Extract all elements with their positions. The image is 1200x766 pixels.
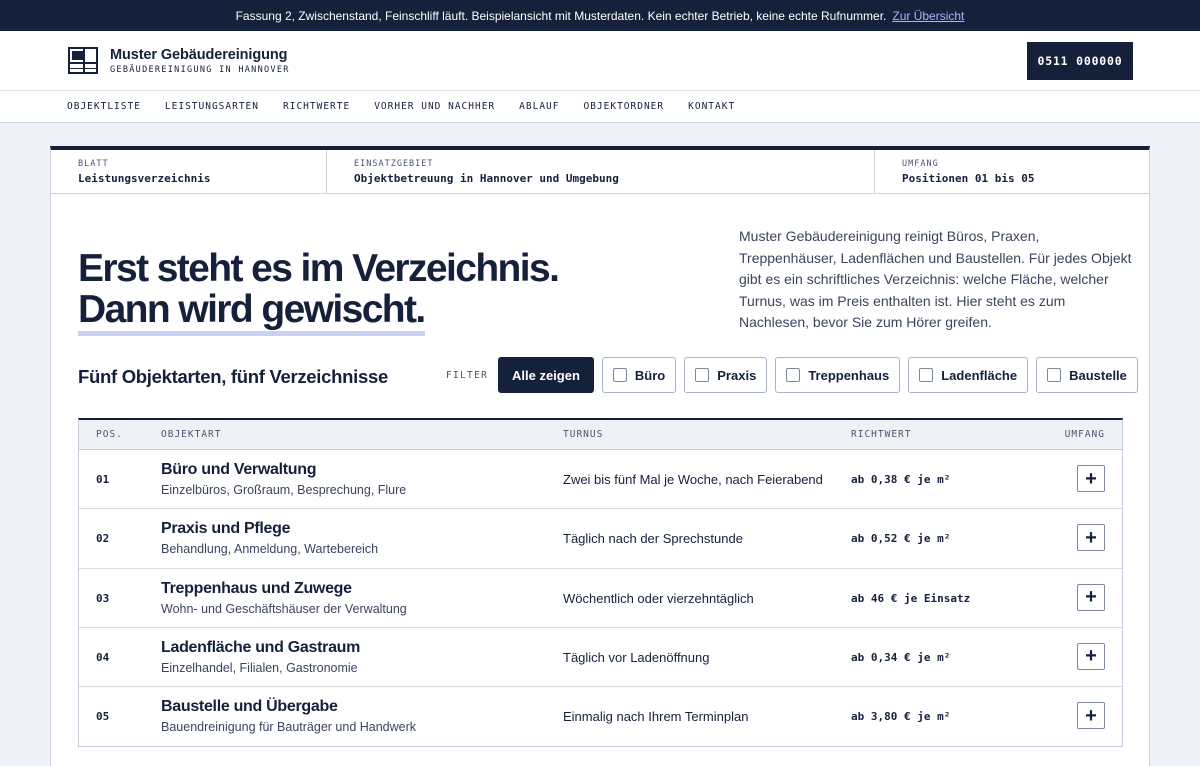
row-price: ab 0,52 € je m² bbox=[851, 532, 951, 546]
checkbox-icon bbox=[1047, 368, 1062, 382]
expand-plus-icon[interactable]: + bbox=[1077, 524, 1105, 552]
table-row: 05 Baustelle und Übergabe Bauendreinigun… bbox=[79, 687, 1122, 746]
service-table: POS. OBJEKTART TURNUS RICHTWERT UMFANG 0… bbox=[78, 418, 1123, 748]
meta-value: Positionen 01 bis 05 bbox=[902, 172, 1035, 185]
nav-item-leistungsarten[interactable]: LEISTUNGSARTEN bbox=[165, 101, 259, 112]
row-name: Ladenfläche und Gastraum bbox=[161, 638, 361, 656]
row-pos: 05 bbox=[96, 710, 110, 724]
col-richtwert: RICHTWERT bbox=[851, 429, 912, 440]
col-pos: POS. bbox=[96, 429, 123, 440]
nav-item-vorher-nachher[interactable]: VORHER UND NACHHER bbox=[374, 101, 495, 112]
document-sheet: BLATT Leistungsverzeichnis EINSATZGEBIET… bbox=[50, 146, 1150, 766]
hero-heading: Erst steht es im Verzeichnis. Dann wird … bbox=[78, 247, 560, 336]
meta-key: UMFANG bbox=[902, 159, 939, 169]
nav-item-ablauf[interactable]: ABLAUF bbox=[519, 101, 559, 112]
main-nav: OBJEKTLISTE LEISTUNGSARTEN RICHTWERTE VO… bbox=[0, 90, 1200, 123]
filter-label-text: Baustelle bbox=[1069, 367, 1127, 383]
filter-label-text: Treppenhaus bbox=[808, 367, 890, 383]
brand-name: Muster Gebäudereinigung bbox=[110, 46, 288, 63]
row-name: Büro und Verwaltung bbox=[161, 461, 317, 478]
table-row: 03 Treppenhaus und Zuwege Wohn- und Gesc… bbox=[79, 569, 1122, 628]
meta-blatt: BLATT Leistungsverzeichnis bbox=[51, 150, 327, 193]
filter-label: FILTER bbox=[446, 370, 489, 381]
filter-treppenhaus-checkbox[interactable]: Treppenhaus bbox=[775, 357, 901, 393]
nav-item-richtwerte[interactable]: RICHTWERTE bbox=[283, 101, 350, 112]
hero-description: Muster Gebäudereinigung reinigt Büros, P… bbox=[739, 228, 1132, 330]
meta-key: BLATT bbox=[78, 159, 109, 169]
section-title: Fünf Objektarten, fünf Verzeichnisse bbox=[78, 366, 388, 387]
overview-link[interactable]: Zur Übersicht bbox=[892, 9, 964, 23]
table-row: 04 Ladenfläche und Gastraum Einzelhandel… bbox=[79, 628, 1122, 688]
row-price: ab 46 € je Einsatz bbox=[851, 591, 971, 605]
meta-value: Leistungsverzeichnis bbox=[78, 172, 211, 185]
row-turnus: Einmalig nach Ihrem Terminplan bbox=[563, 709, 749, 725]
logo-icon bbox=[68, 47, 98, 74]
nav-item-objektordner[interactable]: OBJEKTORDNER bbox=[583, 101, 664, 112]
filter-ladenflaeche-checkbox[interactable]: Ladenfläche bbox=[908, 357, 1029, 393]
meta-value: Objektbetreuung in Hannover und Umgebung bbox=[354, 172, 619, 185]
col-turnus: TURNUS bbox=[563, 429, 604, 440]
sheet-meta: BLATT Leistungsverzeichnis EINSATZGEBIET… bbox=[51, 150, 1149, 194]
row-turnus: Täglich vor Ladenöffnung bbox=[563, 649, 710, 665]
checkbox-icon bbox=[612, 368, 627, 382]
row-pos: 03 bbox=[96, 591, 110, 605]
row-turnus: Täglich nach der Sprechstunde bbox=[563, 531, 743, 547]
expand-plus-icon[interactable]: + bbox=[1077, 642, 1105, 670]
row-subtitle: Wohn- und Geschäftshäuser der Verwaltung bbox=[161, 601, 407, 616]
row-turnus: Wöchentlich oder vierzehntäglich bbox=[563, 590, 754, 606]
row-pos: 01 bbox=[96, 473, 110, 486]
filter-praxis-checkbox[interactable]: Praxis bbox=[684, 357, 768, 393]
row-pos: 04 bbox=[96, 650, 110, 664]
checkbox-icon bbox=[786, 368, 801, 382]
row-name: Praxis und Pflege bbox=[161, 520, 291, 538]
checkbox-icon bbox=[919, 368, 934, 382]
hero-line-2: Dann wird gewischt. bbox=[78, 288, 426, 336]
row-pos: 02 bbox=[96, 532, 110, 546]
filter-baustelle-checkbox[interactable]: Baustelle bbox=[1036, 357, 1138, 393]
filter-group: Alle zeigen Büro Praxis Treppenhaus Lade… bbox=[498, 357, 1138, 393]
table-row: 01 Büro und Verwaltung Einzelbüros, Groß… bbox=[79, 450, 1122, 510]
row-price: ab 0,34 € je m² bbox=[851, 650, 951, 664]
row-price: ab 0,38 € je m² bbox=[851, 473, 951, 486]
table-header: POS. OBJEKTART TURNUS RICHTWERT UMFANG bbox=[79, 420, 1122, 450]
meta-einsatzgebiet: EINSATZGEBIET Objektbetreuung in Hannove… bbox=[327, 150, 875, 193]
row-subtitle: Einzelhandel, Filialen, Gastronomie bbox=[161, 660, 358, 675]
filter-all-button[interactable]: Alle zeigen bbox=[498, 357, 594, 393]
col-umfang: UMFANG bbox=[1064, 429, 1105, 440]
announcement-bar: Fassung 2, Zwischenstand, Feinschliff lä… bbox=[0, 0, 1200, 31]
row-turnus: Zwei bis fünf Mal je Woche, nach Feierab… bbox=[563, 472, 823, 487]
col-objektart: OBJEKTART bbox=[161, 429, 222, 440]
row-name: Treppenhaus und Zuwege bbox=[161, 579, 352, 597]
announcement-text: Fassung 2, Zwischenstand, Feinschliff lä… bbox=[235, 8, 887, 23]
nav-item-objektliste[interactable]: OBJEKTLISTE bbox=[67, 101, 141, 112]
expand-plus-icon[interactable]: + bbox=[1077, 583, 1105, 611]
row-subtitle: Bauendreinigung für Bauträger und Handwe… bbox=[161, 720, 417, 735]
nav-item-kontakt[interactable]: KONTAKT bbox=[688, 101, 735, 112]
row-subtitle: Einzelbüros, Großraum, Besprechung, Flur… bbox=[161, 483, 407, 497]
filter-label-text: Praxis bbox=[717, 367, 757, 383]
filter-buero-checkbox[interactable]: Büro bbox=[601, 357, 677, 393]
row-price: ab 3,80 € je m² bbox=[851, 710, 951, 724]
brand-subtitle: GEBÄUDEREINIGUNG IN HANNOVER bbox=[110, 64, 290, 75]
meta-umfang: UMFANG Positionen 01 bis 05 bbox=[875, 150, 1149, 193]
expand-plus-icon[interactable]: + bbox=[1077, 702, 1105, 730]
filter-label-text: Ladenfläche bbox=[941, 367, 1018, 383]
checkbox-icon bbox=[695, 368, 710, 382]
hero-line-1: Erst steht es im Verzeichnis. bbox=[78, 247, 560, 290]
filter-label-text: Büro bbox=[634, 367, 666, 383]
row-subtitle: Behandlung, Anmeldung, Wartebereich bbox=[161, 542, 379, 557]
table-row: 02 Praxis und Pflege Behandlung, Anmeldu… bbox=[79, 509, 1122, 569]
site-header: Muster Gebäudereinigung GEBÄUDEREINIGUNG… bbox=[0, 31, 1200, 90]
filter-label-text: Alle zeigen bbox=[512, 367, 580, 383]
row-name: Baustelle und Übergabe bbox=[161, 698, 338, 716]
phone-button[interactable]: 0511 000000 bbox=[1027, 41, 1133, 80]
meta-key: EINSATZGEBIET bbox=[354, 159, 434, 169]
brand[interactable]: Muster Gebäudereinigung GEBÄUDEREINIGUNG… bbox=[68, 47, 290, 75]
expand-plus-icon[interactable]: + bbox=[1077, 465, 1105, 492]
